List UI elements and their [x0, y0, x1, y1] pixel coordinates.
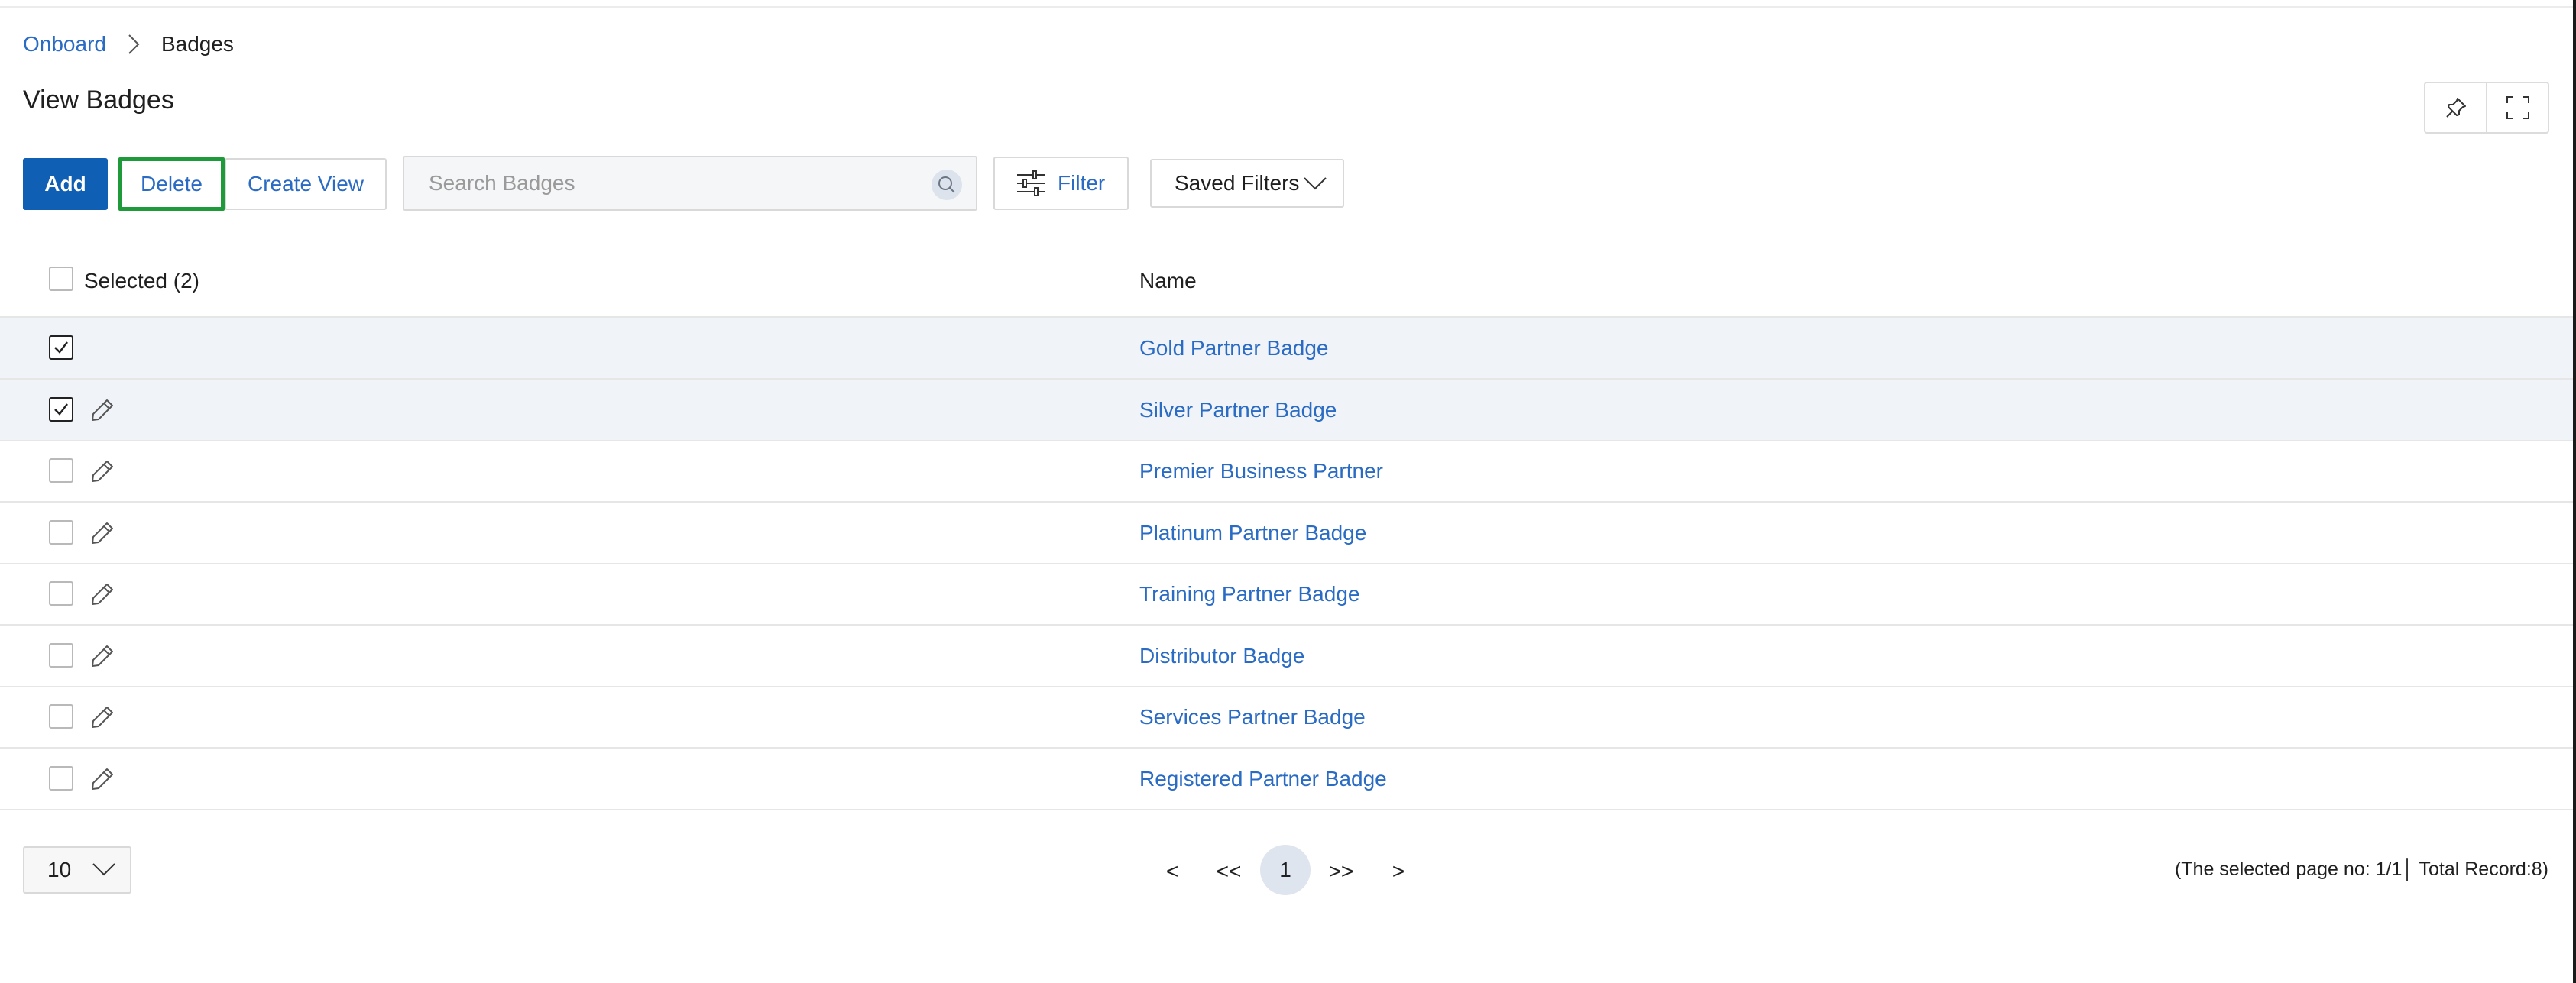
last-page-button[interactable]: >> — [1322, 849, 1360, 894]
filter-button[interactable]: Filter — [993, 157, 1129, 210]
create-view-button[interactable]: Create View — [225, 158, 387, 210]
chevron-right-icon — [128, 33, 144, 56]
row-checkbox[interactable] — [49, 765, 73, 791]
page-title: View Badges — [23, 86, 174, 115]
table-row: Premier Business Partner — [0, 441, 2573, 503]
table-row: Silver Partner Badge — [0, 379, 2573, 441]
breadcrumb-current: Badges — [160, 32, 234, 56]
window-edge — [2573, 0, 2576, 983]
row-checkbox[interactable] — [49, 704, 73, 729]
pencil-icon[interactable] — [89, 642, 116, 670]
badge-name-link[interactable]: Premier Business Partner — [1139, 459, 1383, 483]
badge-name-link[interactable]: Registered Partner Badge — [1139, 767, 1387, 791]
top-divider — [0, 6, 2576, 8]
search-icon[interactable] — [932, 170, 962, 200]
expand-icon — [2506, 96, 2529, 119]
badge-name-link[interactable]: Platinum Partner Badge — [1139, 521, 1366, 545]
check-icon — [54, 403, 68, 416]
table-row: Services Partner Badge — [0, 687, 2573, 749]
row-checkbox[interactable] — [49, 396, 73, 422]
page-size-value: 10 — [47, 858, 72, 881]
badge-name-link[interactable]: Distributor Badge — [1139, 644, 1304, 668]
breadcrumb: Onboard Badges — [23, 27, 234, 61]
badge-name-link[interactable]: Training Partner Badge — [1139, 582, 1359, 606]
delete-button[interactable]: Delete — [118, 157, 225, 211]
row-checkbox[interactable] — [49, 458, 73, 483]
saved-filters-dropdown[interactable]: Saved Filters — [1150, 159, 1344, 208]
pin-button[interactable] — [2425, 83, 2486, 132]
row-checkbox[interactable] — [49, 581, 73, 606]
prev-page-button[interactable]: < — [1158, 849, 1186, 894]
table-row: Training Partner Badge — [0, 564, 2573, 626]
table-row: Distributor Badge — [0, 626, 2573, 687]
search-input[interactable] — [427, 170, 919, 196]
check-icon — [54, 341, 68, 354]
select-all-checkbox[interactable] — [49, 267, 73, 291]
pencil-icon[interactable] — [89, 703, 116, 731]
badge-name-link[interactable]: Silver Partner Badge — [1139, 398, 1337, 422]
chevron-down-icon — [1304, 177, 1327, 190]
badge-name-link[interactable]: Services Partner Badge — [1139, 705, 1366, 729]
search-box — [403, 156, 977, 211]
page-size-select[interactable]: 10 — [23, 846, 131, 894]
view-tools — [2424, 82, 2549, 134]
row-checkbox[interactable] — [49, 519, 73, 545]
chevron-down-icon — [92, 863, 115, 876]
next-page-button[interactable]: > — [1385, 849, 1412, 894]
pencil-icon[interactable] — [89, 519, 116, 547]
pencil-icon[interactable] — [89, 580, 116, 608]
sliders-icon — [1017, 170, 1045, 196]
pencil-icon[interactable] — [89, 396, 116, 424]
selected-column-header: Selected (2) — [84, 269, 199, 293]
name-column-header[interactable]: Name — [1139, 269, 1197, 293]
pagination-status: (The selected page no: 1/1│ Total Record… — [2174, 859, 2548, 880]
pin-icon — [2445, 98, 2466, 118]
badge-name-link[interactable]: Gold Partner Badge — [1139, 336, 1329, 361]
table-row: Gold Partner Badge — [0, 318, 2573, 380]
first-page-button[interactable]: << — [1210, 849, 1248, 894]
table-row: Platinum Partner Badge — [0, 503, 2573, 564]
table-row: Registered Partner Badge — [0, 749, 2573, 810]
row-checkbox[interactable] — [49, 642, 73, 668]
filter-label: Filter — [1058, 171, 1106, 195]
add-button[interactable]: Add — [23, 158, 108, 210]
pencil-icon[interactable] — [89, 765, 116, 793]
table-header: Selected (2) Name — [0, 249, 2573, 318]
pencil-icon[interactable] — [89, 458, 116, 485]
saved-filters-label: Saved Filters — [1175, 171, 1300, 195]
breadcrumb-onboard-link[interactable]: Onboard — [23, 32, 106, 57]
row-checkbox[interactable] — [49, 335, 73, 360]
expand-button[interactable] — [2486, 83, 2548, 132]
current-page-button[interactable]: 1 — [1260, 845, 1311, 895]
